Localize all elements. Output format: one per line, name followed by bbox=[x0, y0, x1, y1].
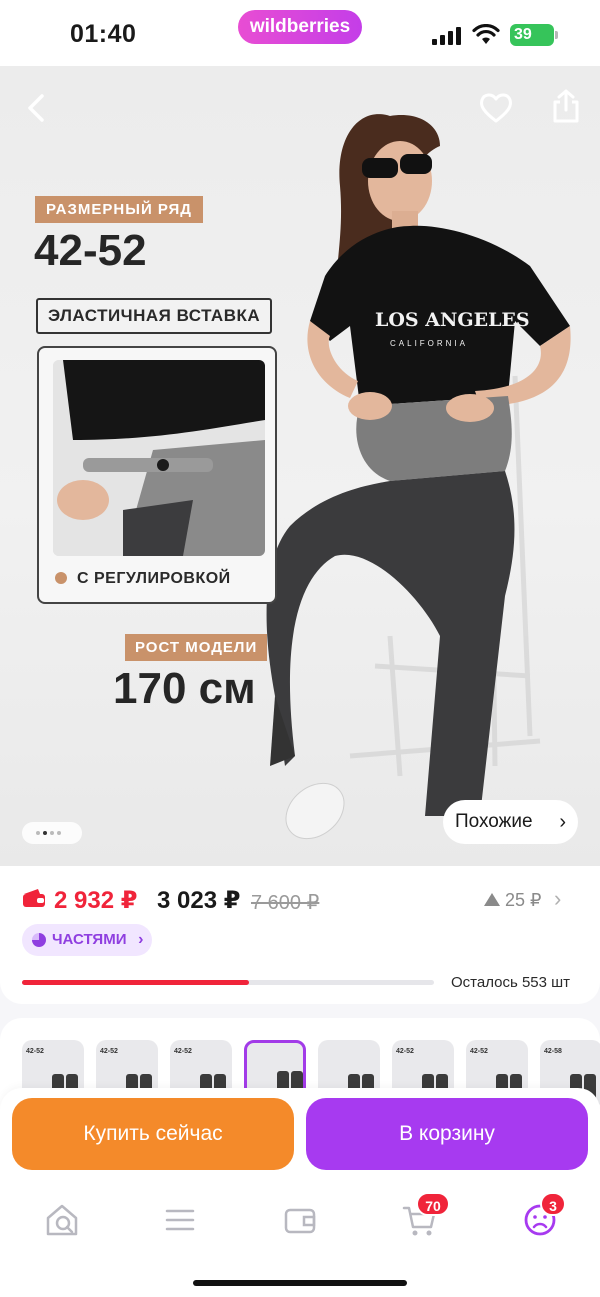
product-page: 01:40 wildberries 39 LOS ANGELES CALIFOR… bbox=[0, 0, 600, 1297]
back-icon[interactable] bbox=[18, 88, 58, 128]
stock-progress-bar bbox=[22, 980, 434, 985]
wifi-icon bbox=[472, 24, 500, 44]
size-range-value: 42-52 bbox=[34, 226, 147, 275]
thumbnail-tag: 42-52 bbox=[26, 1048, 44, 1055]
thumbnail-tag: 42-58 bbox=[544, 1048, 562, 1055]
bottom-navigation: 70 3 bbox=[0, 1186, 600, 1297]
catalog-icon[interactable] bbox=[160, 1200, 200, 1240]
size-range-badge: РАЗМЕРНЫЙ РЯД bbox=[35, 196, 203, 223]
thumbnail-tag: 42-52 bbox=[470, 1048, 488, 1055]
adjustable-label: С РЕГУЛИРОВКОЙ bbox=[55, 570, 231, 588]
chevron-right-icon: › bbox=[138, 931, 144, 948]
favorite-heart-icon[interactable] bbox=[476, 88, 516, 128]
waistband-detail-photo bbox=[53, 360, 265, 556]
thumbnail-tag: 42-52 bbox=[174, 1048, 192, 1055]
installment-button[interactable]: ЧАСТЯМИ › bbox=[22, 924, 153, 956]
cellular-signal-icon bbox=[432, 27, 462, 45]
svg-text:CALIFORNIA: CALIFORNIA bbox=[390, 339, 468, 348]
model-height-value: 170 см bbox=[113, 664, 256, 713]
model-height-badge: РОСТ МОДЕЛИ bbox=[125, 634, 268, 661]
elastic-insert-label: ЭЛАСТИЧНАЯ ВСТАВКА bbox=[36, 298, 273, 334]
wallet-icon[interactable] bbox=[280, 1200, 320, 1240]
add-to-cart-button[interactable]: В корзину bbox=[306, 1098, 588, 1170]
price-up-icon bbox=[484, 893, 500, 906]
action-bar: Купить сейчас В корзину bbox=[0, 1088, 600, 1186]
stock-remaining: Осталось 553 шт bbox=[451, 974, 571, 991]
brand-logo: wildberries bbox=[238, 10, 362, 44]
bullet-dot bbox=[55, 572, 67, 584]
thumbnail-tag: 42-52 bbox=[100, 1048, 118, 1055]
shirt-print: LOS ANGELES bbox=[375, 309, 530, 331]
thumbnail-tag: 42-52 bbox=[396, 1048, 414, 1055]
wallet-price: 2 932 ₽ bbox=[54, 887, 138, 914]
cart-badge: 70 bbox=[416, 1192, 450, 1216]
detail-inset: С РЕГУЛИРОВКОЙ bbox=[37, 346, 277, 604]
share-icon[interactable] bbox=[546, 86, 586, 126]
status-bar: 01:40 wildberries 39 bbox=[0, 0, 600, 66]
price-history[interactable]: 25 ₽ bbox=[484, 890, 541, 911]
price: 3 023 ₽ bbox=[157, 887, 241, 914]
product-image-carousel[interactable]: LOS ANGELES CALIFORNIA РАЗМЕРНЫЙ РЯД 42-… bbox=[0, 66, 600, 866]
home-indicator bbox=[193, 1280, 407, 1286]
price-card: 2 932 ₽ 3 023 ₽ 7 600 ₽ 25 ₽ › ЧАСТЯМИ ›… bbox=[0, 866, 600, 1004]
chevron-right-icon[interactable]: › bbox=[554, 886, 561, 912]
similar-products-button[interactable]: Похожие › bbox=[443, 800, 578, 844]
home-search-icon[interactable] bbox=[42, 1200, 82, 1240]
profile-badge: 3 bbox=[540, 1192, 566, 1216]
old-price: 7 600 ₽ bbox=[251, 892, 320, 914]
buy-now-button[interactable]: Купить сейчас bbox=[12, 1098, 294, 1170]
pie-chart-icon bbox=[32, 933, 46, 947]
chevron-right-icon: › bbox=[559, 811, 566, 833]
wallet-icon bbox=[23, 889, 45, 907]
stock-progress-fill bbox=[22, 980, 249, 985]
carousel-indicator bbox=[22, 822, 82, 844]
battery-icon: 39 bbox=[510, 24, 558, 46]
status-time: 01:40 bbox=[70, 20, 137, 48]
model-photo: LOS ANGELES CALIFORNIA bbox=[266, 114, 571, 840]
